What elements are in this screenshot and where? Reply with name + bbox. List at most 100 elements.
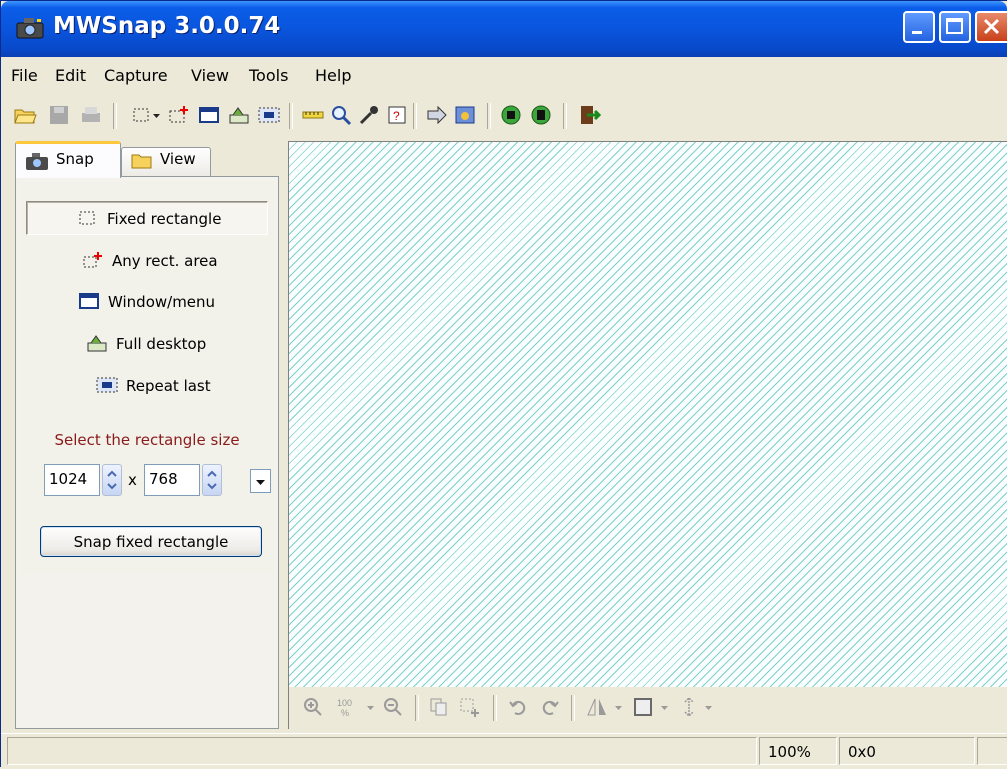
minimize-icon — [912, 31, 922, 34]
any-rect-area-icon — [83, 252, 102, 268]
record-icon[interactable] — [499, 103, 523, 127]
save-icon[interactable] — [47, 103, 71, 127]
toolbar-separator — [563, 103, 567, 129]
undo-icon[interactable] — [507, 695, 531, 719]
mode-any-rect-area[interactable]: Any rect. area — [26, 244, 268, 278]
zoom-preset-icon[interactable]: 100% — [335, 695, 363, 719]
repeat-last-icon — [96, 377, 118, 393]
snap-fixed-rectangle-button[interactable]: Snap fixed rectangle — [40, 526, 262, 557]
arrow-icon[interactable] — [425, 103, 449, 127]
close-button[interactable] — [975, 11, 1007, 43]
copy-icon[interactable] — [427, 695, 451, 719]
crop-icon[interactable] — [457, 695, 481, 719]
menu-bar: File Edit Capture View Tools Help — [1, 61, 1007, 91]
frame-icon[interactable] — [631, 695, 655, 719]
desktop-icon[interactable] — [227, 103, 251, 127]
spin-up-down-icon — [107, 470, 117, 490]
snap-panel: Fixed rectangle Any rect. area Window/me… — [15, 176, 279, 729]
camera-icon — [16, 18, 44, 39]
menu-file[interactable]: File — [11, 66, 38, 85]
window-icon[interactable] — [197, 103, 221, 127]
height-spinner[interactable] — [202, 464, 222, 496]
mode-fixed-rectangle[interactable]: Fixed rectangle — [26, 201, 268, 235]
toolbar-separator — [487, 103, 491, 129]
print-icon[interactable] — [79, 103, 103, 127]
svg-text:100: 100 — [337, 698, 352, 708]
toolbar-separator — [415, 695, 419, 721]
exit-icon[interactable] — [577, 103, 601, 127]
open-folder-icon[interactable] — [13, 103, 37, 127]
width-input[interactable]: 1024 — [44, 464, 100, 496]
window-menu-icon — [79, 293, 99, 309]
explorer-icon[interactable] — [453, 103, 477, 127]
close-icon — [983, 18, 1000, 35]
minimize-button[interactable] — [903, 11, 935, 43]
status-size: 0x0 — [839, 737, 975, 765]
any-rect-icon[interactable] — [167, 103, 191, 127]
menu-view[interactable]: View — [191, 66, 229, 85]
menu-tools[interactable]: Tools — [249, 66, 288, 85]
size-separator: x — [128, 471, 137, 489]
camera-icon — [26, 153, 48, 170]
mode-repeat-last[interactable]: Repeat last — [26, 369, 268, 403]
dropdown-arrow-icon[interactable] — [365, 695, 377, 719]
dropdown-arrow-icon[interactable] — [151, 103, 163, 127]
status-zoom: 100% — [759, 737, 837, 765]
menu-capture[interactable]: Capture — [104, 66, 168, 85]
toolbar-separator — [413, 103, 417, 129]
help-icon[interactable]: ? — [385, 103, 409, 127]
open-folder-icon — [131, 154, 152, 169]
mode-full-desktop[interactable]: Full desktop — [26, 327, 268, 361]
mwsnap-window: MWSnap 3.0.0.74 File Edit Capture View T… — [0, 0, 1007, 769]
title-bar[interactable]: MWSnap 3.0.0.74 — [1, 1, 1007, 57]
fixed-rect-icon[interactable] — [129, 103, 153, 127]
flip-icon[interactable] — [585, 695, 609, 719]
mode-label: Repeat last — [126, 377, 211, 395]
full-desktop-icon — [87, 335, 107, 352]
repeat-icon[interactable] — [257, 103, 281, 127]
dropdown-arrow-icon[interactable] — [703, 695, 715, 719]
menu-help[interactable]: Help — [315, 66, 351, 85]
mode-label: Window/menu — [108, 293, 216, 311]
resize-icon[interactable] — [677, 695, 701, 719]
stop-icon[interactable] — [529, 103, 553, 127]
mode-window-menu[interactable]: Window/menu — [26, 285, 268, 319]
maximize-icon — [946, 18, 963, 34]
resize-grip[interactable] — [977, 737, 1007, 765]
toolbar-separator — [289, 103, 293, 129]
spin-up-down-icon — [207, 470, 217, 490]
view-toolbar: 100% — [288, 687, 1007, 729]
panel-tabs: Snap View — [15, 141, 280, 178]
width-spinner[interactable] — [102, 464, 122, 496]
svg-text:?: ? — [393, 109, 400, 123]
size-prompt: Select the rectangle size — [54, 431, 240, 449]
status-message — [7, 737, 757, 765]
zoom-in-icon[interactable] — [301, 695, 325, 719]
ruler-icon[interactable] — [301, 103, 325, 127]
toolbar-separator — [493, 695, 497, 721]
snap-options: Fixed rectangle Any rect. area Window/me… — [20, 181, 274, 573]
tab-snap[interactable]: Snap — [15, 141, 121, 178]
capture-canvas[interactable] — [288, 141, 1007, 687]
maximize-button[interactable] — [939, 11, 971, 43]
size-preset-dropdown[interactable] — [250, 469, 271, 493]
zoom-out-icon[interactable] — [381, 695, 405, 719]
mode-label: Any rect. area — [112, 252, 218, 270]
chevron-down-icon — [256, 480, 265, 485]
redo-icon[interactable] — [537, 695, 561, 719]
mode-label: Fixed rectangle — [107, 210, 222, 228]
dropdown-arrow-icon[interactable] — [613, 695, 625, 719]
window-title: MWSnap 3.0.0.74 — [53, 13, 281, 39]
zoom-icon[interactable] — [329, 103, 353, 127]
height-input[interactable]: 768 — [144, 464, 200, 496]
tab-snap-label: Snap — [56, 150, 94, 168]
mode-label: Full desktop — [116, 335, 207, 353]
status-bar: 100% 0x0 — [1, 733, 1007, 769]
tab-view[interactable]: View — [121, 147, 211, 176]
dropdown-arrow-icon[interactable] — [659, 695, 671, 719]
color-picker-icon[interactable] — [357, 103, 381, 127]
toolbar-separator — [113, 103, 117, 129]
menu-edit[interactable]: Edit — [55, 66, 86, 85]
tab-view-label: View — [160, 150, 196, 168]
fixed-rectangle-icon — [79, 211, 95, 225]
